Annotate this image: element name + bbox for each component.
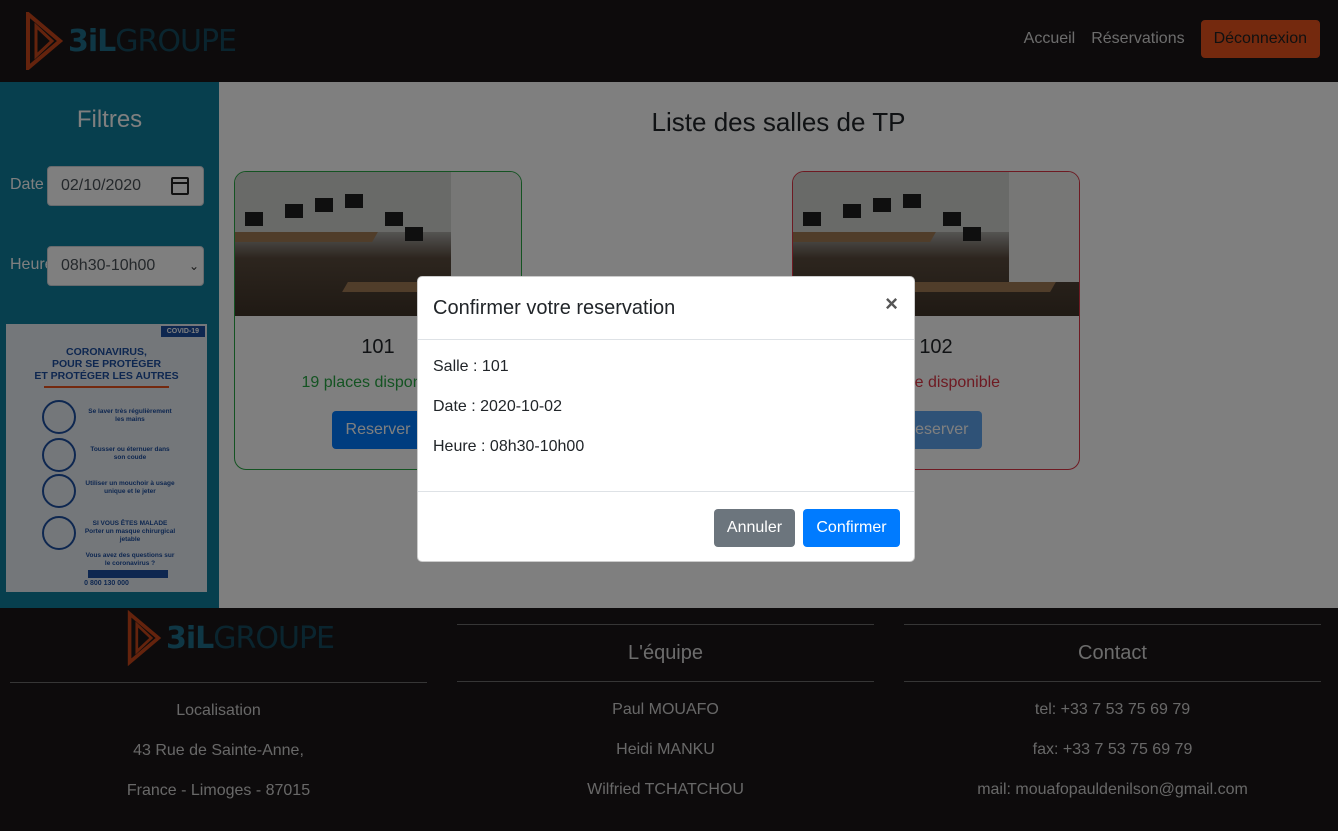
cancel-button[interactable]: Annuler (714, 509, 795, 547)
modal-salle: Salle : 101 (433, 358, 509, 375)
modal-title: Confirmer votre reservation (433, 297, 676, 319)
modal-header: Confirmer votre reservation × (418, 277, 914, 340)
confirm-reservation-modal: Confirmer votre reservation × Salle : 10… (417, 276, 915, 562)
modal-footer: Annuler Confirmer (418, 491, 914, 561)
confirm-button[interactable]: Confirmer (803, 509, 900, 547)
modal-date: Date : 2020-10-02 (433, 398, 562, 415)
modal-heure: Heure : 08h30-10h00 (433, 438, 585, 455)
close-icon[interactable]: × (885, 293, 898, 315)
